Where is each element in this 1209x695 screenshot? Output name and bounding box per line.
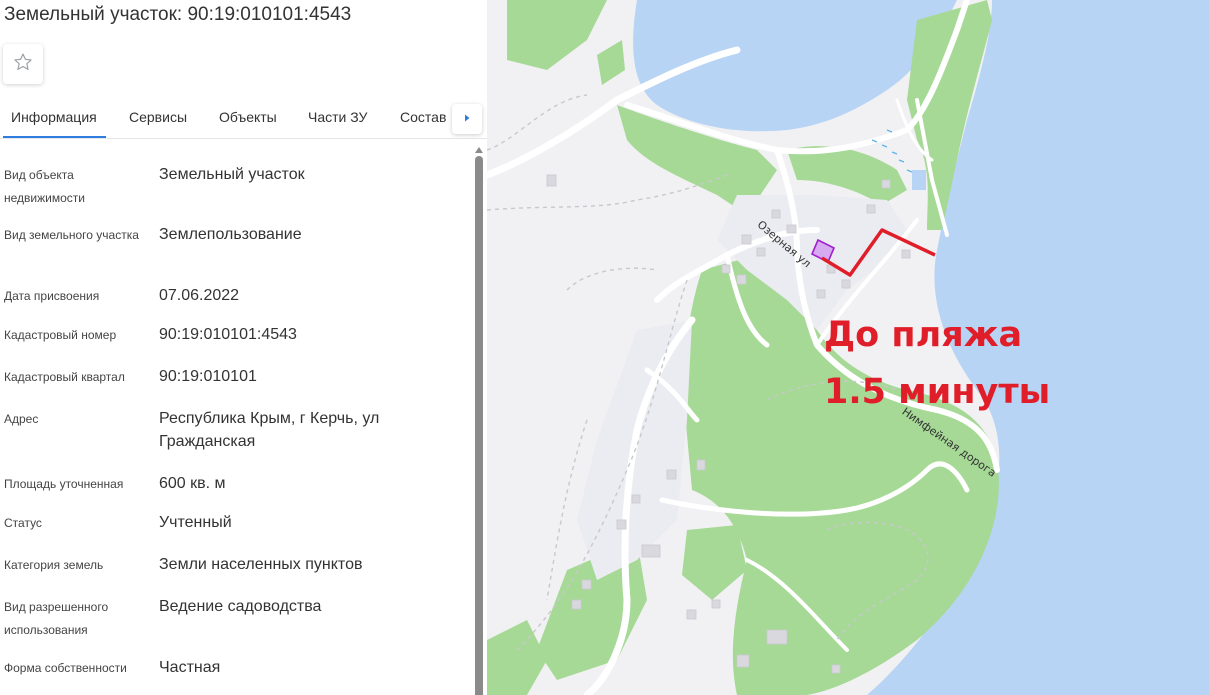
prop-label-cadastral-number: Кадастровый номер: [4, 328, 117, 342]
annotation-line1: До пляжа: [824, 315, 1023, 355]
prop-label-address: Адрес: [4, 412, 39, 426]
prop-label-cadastral-quarter: Кадастровый квартал: [4, 370, 125, 384]
scroll-up-arrow-icon[interactable]: [474, 146, 484, 154]
prop-label-permitted-use: Вид разрешенного использования: [4, 600, 109, 637]
prop-value-parcel-type: Землепользование: [159, 226, 302, 243]
info-panel: Земельный участок: 90:19:010101:4543 Инф…: [0, 0, 487, 695]
prop-value-object-type: Земельный участок: [159, 166, 305, 183]
favorite-button[interactable]: [3, 44, 43, 84]
tab-bar: Информация Сервисы Объекты Части ЗУ Сост…: [0, 100, 487, 139]
tab-information[interactable]: Информация: [11, 109, 97, 125]
prop-label-parcel-type: Вид земельного участка: [4, 228, 139, 242]
prop-label-status: Статус: [4, 516, 42, 530]
prop-label-area: Площадь уточненная: [4, 477, 124, 491]
prop-label-object-type: Вид объекта недвижимости: [4, 168, 85, 205]
tabs-scroll-right-button[interactable]: [452, 104, 482, 134]
prop-value-cadastral-number: 90:19:010101:4543: [159, 326, 297, 343]
green-north: [507, 0, 607, 70]
map-view[interactable]: Озерная ул Нимфейная дорога До пляжа 1.5…: [487, 0, 1209, 695]
prop-value-area: 600 кв. м: [159, 475, 226, 492]
pool-area: [912, 170, 926, 190]
prop-label-land-category: Категория земель: [4, 558, 104, 572]
panel-scrollbar[interactable]: [474, 146, 484, 695]
prop-value-status: Учтенный: [159, 514, 232, 531]
scrollbar-thumb[interactable]: [475, 156, 483, 695]
prop-value-ownership: Частная: [159, 659, 221, 676]
green-southwest: [487, 620, 547, 695]
green-south-mid: [682, 525, 747, 600]
prop-value-land-category: Земли населенных пунктов: [159, 556, 363, 573]
prop-label-ownership: Форма собственности: [4, 661, 127, 675]
prop-value-address: Республика Крым, г Керчь, ул Гражданская: [159, 410, 380, 450]
tab-services[interactable]: Сервисы: [129, 109, 187, 125]
prop-value-cadastral-quarter: 90:19:010101: [159, 368, 257, 385]
tab-objects[interactable]: Объекты: [219, 109, 277, 125]
tab-parts[interactable]: Части ЗУ: [308, 109, 367, 125]
page-title: Земельный участок: 90:19:010101:4543: [4, 4, 352, 25]
annotation-line2: 1.5 минуты: [824, 372, 1051, 412]
tab-composition[interactable]: Состав: [400, 109, 446, 125]
caret-right-icon: [462, 110, 472, 128]
star-icon: [13, 52, 33, 77]
active-tab-indicator: [3, 136, 106, 138]
prop-value-assign-date: 07.06.2022: [159, 287, 240, 304]
prop-label-assign-date: Дата присвоения: [4, 289, 100, 303]
green-small: [597, 40, 625, 85]
prop-value-permitted-use: Ведение садоводства: [159, 598, 322, 615]
